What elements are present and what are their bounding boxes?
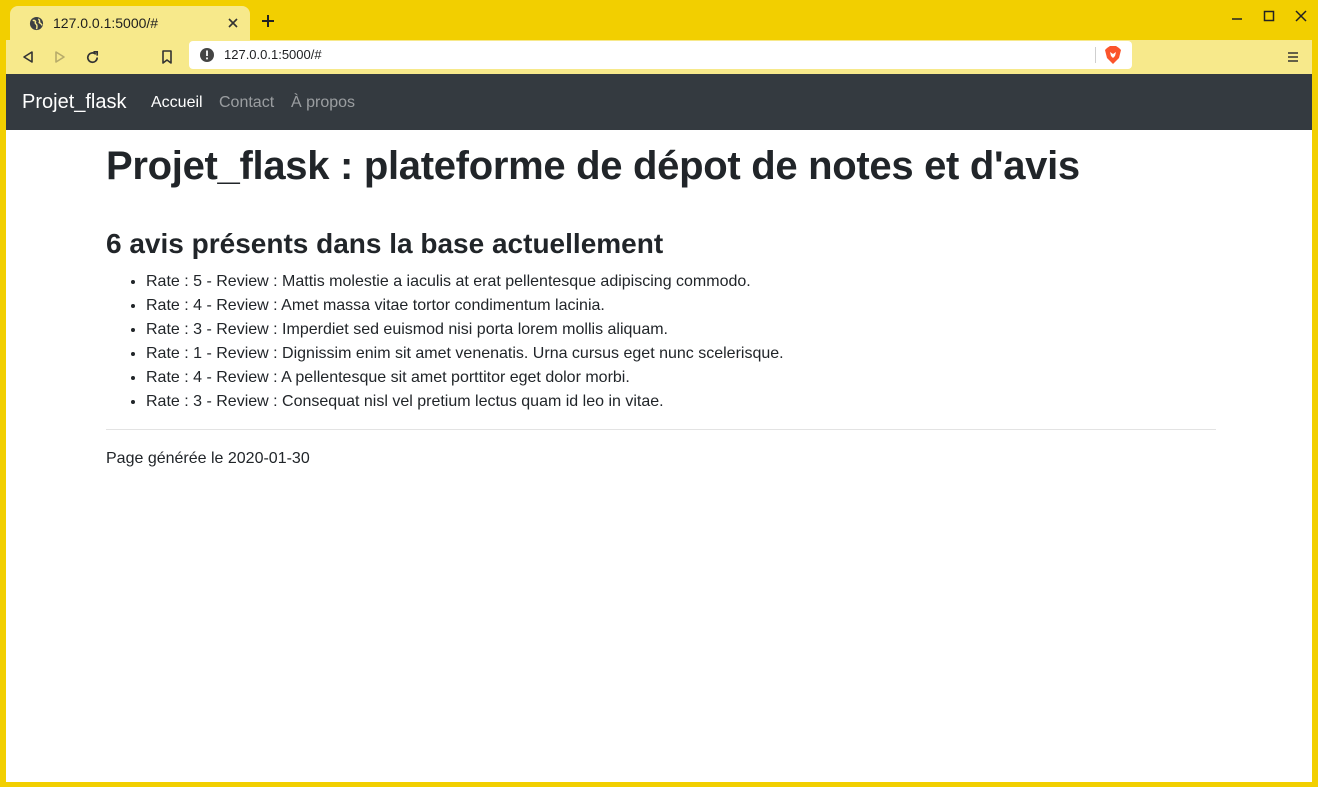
address-bar[interactable]: 127.0.0.1:5000/# [189,41,1132,69]
forward-icon[interactable] [48,45,72,69]
maximize-icon[interactable] [1262,8,1276,24]
url-text: 127.0.0.1:5000/# [224,47,322,62]
site-navbar: Projet_flask Accueil Contact À propos [6,74,1312,130]
review-item: Rate : 3 - Review : Imperdiet sed euismo… [146,318,784,342]
page-title: Projet_flask : plateforme de dépot de no… [106,144,1080,188]
reload-icon[interactable] [80,45,104,69]
plus-icon[interactable] [258,11,278,31]
nav-link-a-propos[interactable]: À propos [291,94,355,112]
brave-shield-icon[interactable] [1104,45,1122,65]
review-item: Rate : 4 - Review : Amet massa vitae tor… [146,294,784,318]
reviews-list: Rate : 5 - Review : Mattis molestie a ia… [146,270,784,414]
window-controls [1230,8,1308,24]
address-separator [1095,47,1096,63]
info-icon[interactable] [199,47,215,63]
browser-toolbar: 127.0.0.1:5000/# [6,40,1312,74]
hamburger-menu-icon[interactable] [1282,45,1304,69]
review-item: Rate : 3 - Review : Consequat nisl vel p… [146,390,784,414]
reviews-count-heading: 6 avis présents dans la base actuellemen… [106,228,664,259]
tab-bar: 127.0.0.1:5000/# [0,0,1318,40]
navbar-brand[interactable]: Projet_flask [22,91,127,114]
page-viewport: Projet_flask Accueil Contact À propos Pr… [6,74,1312,782]
minimize-icon[interactable] [1230,8,1244,24]
tab-title: 127.0.0.1:5000/# [53,15,159,31]
divider [106,429,1216,430]
globe-icon [28,15,44,31]
close-window-icon[interactable] [1294,8,1308,24]
generated-date-text: Page générée le 2020-01-30 [106,450,310,467]
bookmark-icon[interactable] [155,45,179,69]
back-icon[interactable] [16,45,40,69]
review-item: Rate : 1 - Review : Dignissim enim sit a… [146,342,784,366]
nav-link-accueil[interactable]: Accueil [151,94,203,112]
review-item: Rate : 5 - Review : Mattis molestie a ia… [146,270,784,294]
close-icon[interactable] [224,14,242,32]
nav-link-contact[interactable]: Contact [219,94,274,112]
browser-tab[interactable]: 127.0.0.1:5000/# [10,6,250,40]
review-item: Rate : 4 - Review : A pellentesque sit a… [146,366,784,390]
